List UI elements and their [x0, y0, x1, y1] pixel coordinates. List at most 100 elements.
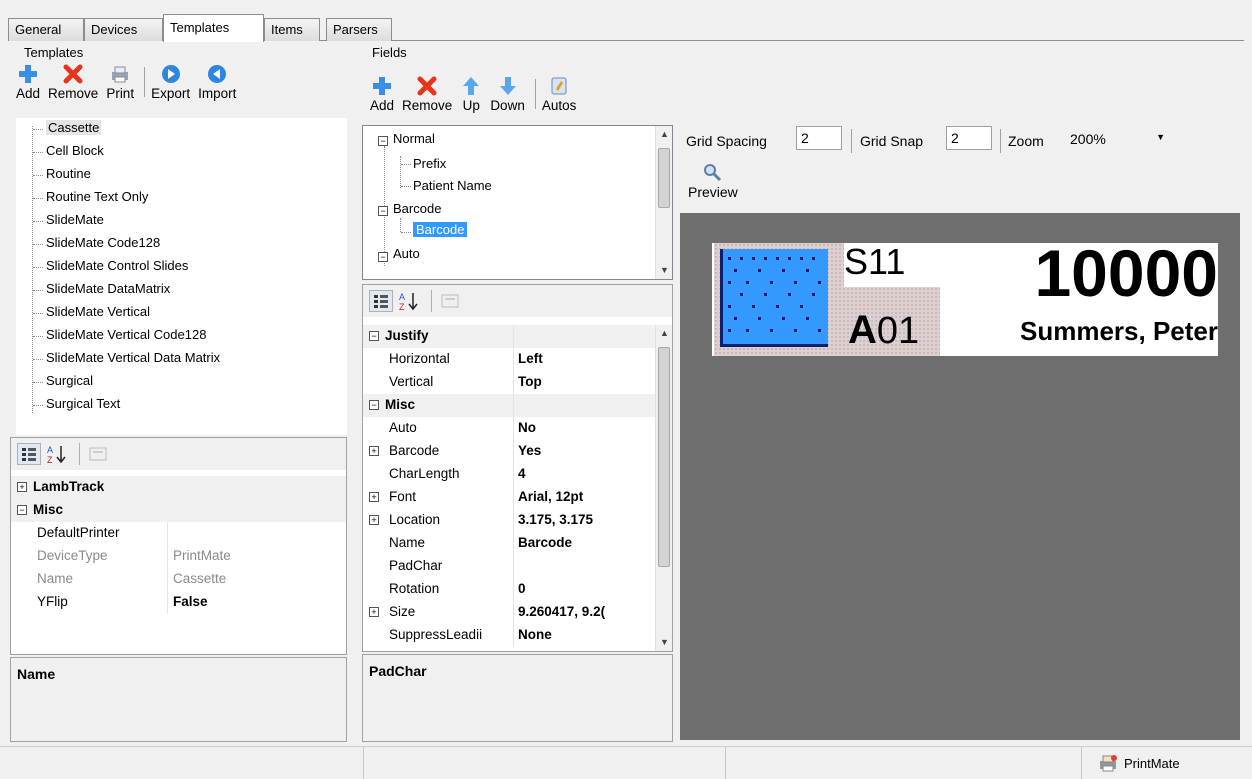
scroll-down-icon[interactable]: ▼ — [656, 262, 672, 279]
template-list-item[interactable]: SlideMate Code128 — [46, 235, 160, 250]
collapse-icon[interactable]: − — [378, 206, 388, 216]
prop-size[interactable]: + Size 9.260417, 9.2( — [363, 601, 657, 624]
add-template-button[interactable]: Add — [16, 63, 40, 101]
expand-icon[interactable]: + — [369, 607, 379, 617]
collapse-icon[interactable]: − — [378, 252, 388, 262]
scroll-down-icon[interactable]: ▼ — [656, 634, 672, 651]
add-field-button[interactable]: Add — [370, 75, 394, 113]
collapse-icon[interactable]: − — [369, 400, 379, 410]
prop-value[interactable]: 3.175, 3.175 — [518, 512, 593, 527]
prop-horizontal[interactable]: Horizontal Left — [363, 348, 657, 371]
expand-icon[interactable]: + — [369, 446, 379, 456]
categorized-view-button[interactable] — [17, 443, 41, 465]
template-list-item[interactable]: SlideMate Vertical — [46, 304, 150, 319]
collapse-icon[interactable]: − — [369, 331, 379, 341]
tree-node-patient-name[interactable]: Patient Name — [413, 178, 492, 193]
prop-vertical[interactable]: Vertical Top — [363, 371, 657, 394]
prop-value[interactable]: 9.260417, 9.2( — [518, 604, 654, 619]
label-number-text[interactable]: 10000 — [948, 237, 1218, 309]
alphabetical-view-button[interactable]: AZ — [397, 290, 421, 312]
property-row[interactable]: Name Cassette — [11, 568, 346, 591]
design-canvas[interactable]: S11 10000 A01 Summers, Peter — [680, 213, 1240, 740]
label-prefix-text[interactable]: S11 — [844, 243, 940, 287]
prop-value[interactable]: Cassette — [173, 571, 226, 586]
collapse-icon[interactable]: − — [378, 136, 388, 146]
template-list-item[interactable]: Cell Block — [46, 143, 104, 158]
template-list-item[interactable]: SlideMate Vertical Data Matrix — [46, 350, 220, 365]
property-pages-button[interactable] — [438, 290, 462, 312]
tree-node-prefix[interactable]: Prefix — [413, 156, 446, 171]
label-preview[interactable]: S11 10000 A01 Summers, Peter — [712, 237, 1218, 356]
prop-padchar[interactable]: PadChar — [363, 555, 657, 578]
move-up-button[interactable]: Up — [460, 75, 482, 113]
grid-spacing-input[interactable] — [796, 126, 842, 150]
prop-font[interactable]: + Font Arial, 12pt — [363, 486, 657, 509]
prop-value[interactable]: Top — [518, 374, 542, 389]
template-list-item[interactable]: SlideMate — [46, 212, 104, 227]
template-list-item[interactable]: Cassette — [46, 120, 102, 135]
prop-value[interactable]: No — [518, 420, 536, 435]
move-down-button[interactable]: Down — [490, 75, 525, 113]
tab-items[interactable]: Items — [264, 18, 320, 41]
tree-node-normal[interactable]: Normal — [393, 131, 435, 146]
template-list-item[interactable]: Surgical Text — [46, 396, 120, 411]
tab-devices[interactable]: Devices — [84, 18, 163, 41]
tab-general[interactable]: General — [8, 18, 84, 41]
template-list-item[interactable]: SlideMate Control Slides — [46, 258, 188, 273]
template-list-item[interactable]: Surgical — [46, 373, 93, 388]
tree-node-barcode-group[interactable]: Barcode — [393, 201, 441, 216]
expand-icon[interactable]: + — [369, 492, 379, 502]
grid-snap-input[interactable] — [946, 126, 992, 150]
field-props-scrollbar[interactable]: ▲ ▼ — [655, 325, 672, 651]
prop-value[interactable]: Left — [518, 351, 543, 366]
remove-template-button[interactable]: Remove — [48, 63, 98, 101]
preview-button[interactable]: Preview — [688, 162, 738, 200]
prop-auto[interactable]: Auto No — [363, 417, 657, 440]
barcode-field-area[interactable] — [714, 243, 834, 356]
datamatrix-barcode[interactable] — [720, 249, 828, 347]
prop-value[interactable]: Arial, 12pt — [518, 489, 583, 504]
property-pages-button[interactable] — [86, 443, 110, 465]
prop-value[interactable]: Yes — [518, 443, 541, 458]
label-name-text[interactable]: Summers, Peter — [952, 313, 1218, 347]
scroll-up-icon[interactable]: ▲ — [656, 325, 672, 342]
expand-icon[interactable]: + — [369, 515, 379, 525]
tab-parsers[interactable]: Parsers — [326, 18, 392, 41]
template-list-item[interactable]: SlideMate Vertical Code128 — [46, 327, 206, 342]
zoom-select[interactable]: 200% ▼ — [1067, 126, 1171, 150]
categorized-view-button[interactable] — [369, 290, 393, 312]
prop-value[interactable]: 4 — [518, 466, 526, 481]
autos-button[interactable]: Autos — [542, 75, 576, 113]
tab-templates[interactable]: Templates — [163, 14, 264, 42]
export-template-button[interactable]: Export — [151, 63, 190, 101]
scroll-thumb[interactable] — [658, 148, 670, 208]
prop-location[interactable]: + Location 3.175, 3.175 — [363, 509, 657, 532]
prop-rotation[interactable]: Rotation 0 — [363, 578, 657, 601]
property-row[interactable]: DefaultPrinter — [11, 522, 346, 545]
template-list-item[interactable]: SlideMate DataMatrix — [46, 281, 170, 296]
scroll-thumb[interactable] — [658, 347, 670, 567]
prop-value[interactable]: None — [518, 627, 552, 642]
prop-value[interactable]: 0 — [518, 581, 526, 596]
prop-name[interactable]: Name Barcode — [363, 532, 657, 555]
print-template-button[interactable]: Print — [106, 63, 134, 101]
alphabetical-view-button[interactable]: AZ — [45, 443, 69, 465]
collapse-icon[interactable]: − — [17, 505, 27, 515]
prop-charlength[interactable]: CharLength 4 — [363, 463, 657, 486]
tree-node-barcode-selected[interactable]: Barcode — [413, 222, 468, 237]
prop-barcode[interactable]: + Barcode Yes — [363, 440, 657, 463]
scroll-up-icon[interactable]: ▲ — [656, 126, 672, 143]
expand-icon[interactable]: + — [17, 482, 27, 492]
status-printer[interactable]: PrintMate — [1098, 753, 1180, 773]
prop-value[interactable]: False — [173, 594, 208, 609]
template-list-item[interactable]: Routine Text Only — [46, 189, 148, 204]
field-tree-scrollbar[interactable]: ▲ ▼ — [655, 126, 672, 279]
import-template-button[interactable]: Import — [198, 63, 236, 101]
category-misc[interactable]: − Misc — [11, 499, 346, 522]
remove-field-button[interactable]: Remove — [402, 75, 452, 113]
prop-suppress-leading[interactable]: SuppressLeadii None — [363, 624, 657, 647]
property-row[interactable]: DeviceType PrintMate — [11, 545, 346, 568]
prop-value[interactable]: PrintMate — [173, 548, 231, 563]
property-row[interactable]: YFlip False — [11, 591, 346, 614]
category-lambtrack[interactable]: + LambTrack — [11, 476, 346, 499]
